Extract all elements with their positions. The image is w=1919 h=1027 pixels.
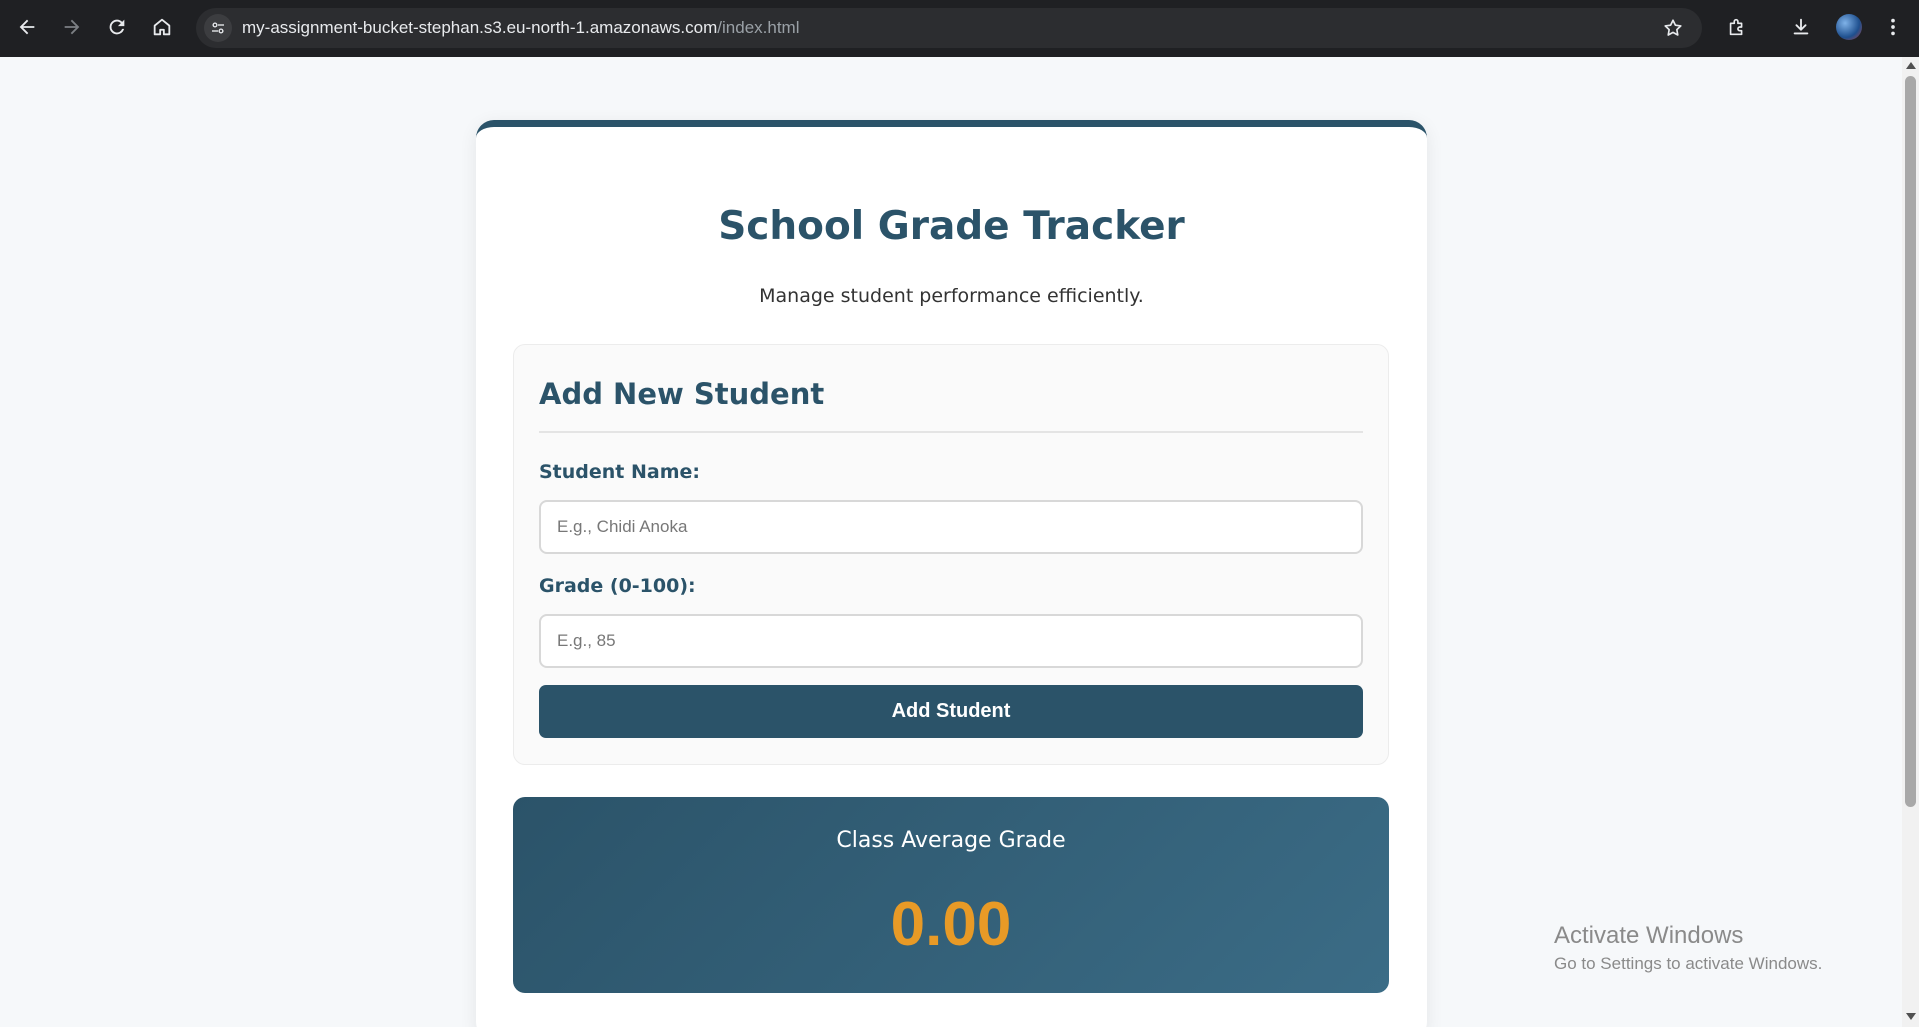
- add-student-form: Add New Student Student Name: Grade (0-1…: [513, 344, 1389, 765]
- menu-kebab-icon[interactable]: [1876, 10, 1910, 44]
- watermark-title: Activate Windows: [1554, 922, 1744, 949]
- grade-label: Grade (0-100):: [539, 575, 696, 597]
- browser-toolbar: my-assignment-bucket-stephan.s3.eu-north…: [0, 0, 1919, 57]
- extensions-icon[interactable]: [1720, 10, 1754, 44]
- url-path: /index.html: [717, 18, 800, 37]
- url-text[interactable]: my-assignment-bucket-stephan.s3.eu-north…: [242, 8, 799, 48]
- class-average-label: Class Average Grade: [836, 828, 1066, 853]
- class-average-value: 0.00: [890, 890, 1012, 959]
- scroll-down-arrow-icon[interactable]: [1906, 1013, 1916, 1020]
- page-title: School Grade Tracker: [718, 204, 1185, 249]
- scroll-up-arrow-icon[interactable]: [1906, 62, 1916, 69]
- site-info-icon[interactable]: [204, 14, 232, 42]
- profile-avatar[interactable]: [1836, 14, 1862, 40]
- download-icon[interactable]: [1784, 10, 1818, 44]
- add-student-button[interactable]: Add Student: [539, 685, 1363, 738]
- forward-arrow-icon[interactable]: [55, 10, 89, 44]
- back-arrow-icon[interactable]: [10, 10, 44, 44]
- home-icon[interactable]: [145, 10, 179, 44]
- student-name-input[interactable]: [539, 500, 1363, 554]
- page-subtitle: Manage student performance efficiently.: [759, 285, 1144, 307]
- reload-icon[interactable]: [100, 10, 134, 44]
- activate-windows-watermark: Activate Windows Go to Settings to activ…: [1554, 922, 1822, 974]
- url-host: my-assignment-bucket-stephan.s3.eu-north…: [242, 18, 718, 37]
- watermark-subtitle: Go to Settings to activate Windows.: [1554, 954, 1823, 973]
- main-card: School Grade Tracker Manage student perf…: [476, 120, 1427, 1027]
- grade-input[interactable]: [539, 614, 1363, 668]
- form-divider: [539, 431, 1363, 433]
- scroll-thumb[interactable]: [1905, 76, 1916, 807]
- bookmark-star-icon[interactable]: [1662, 17, 1684, 39]
- student-name-label: Student Name:: [539, 461, 701, 483]
- form-heading: Add New Student: [539, 377, 825, 411]
- class-average-panel: Class Average Grade 0.00: [513, 797, 1389, 993]
- address-bar[interactable]: my-assignment-bucket-stephan.s3.eu-north…: [196, 8, 1702, 48]
